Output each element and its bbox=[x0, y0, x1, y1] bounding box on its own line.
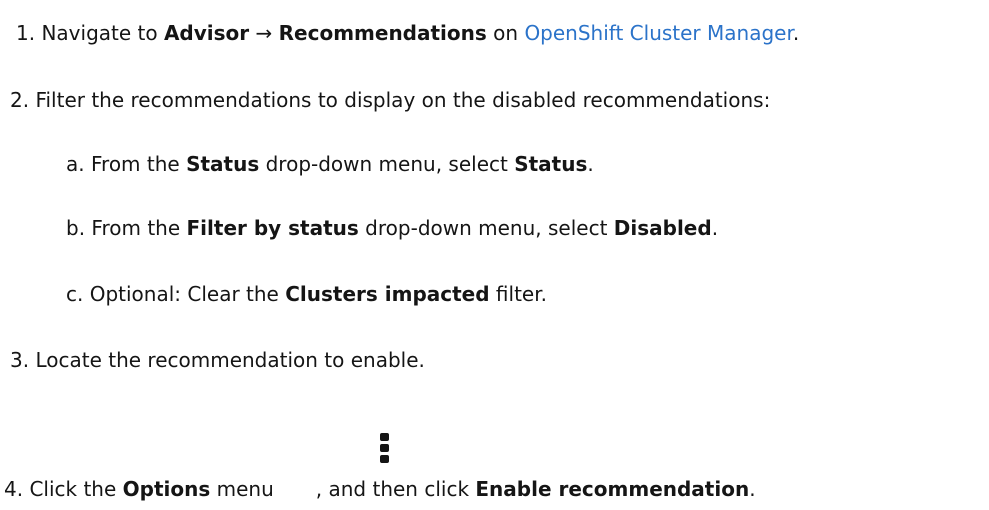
substep-bold: Status bbox=[186, 152, 260, 176]
step-3: 3. Locate the recommendation to enable. bbox=[10, 347, 425, 373]
substep-letter: c. bbox=[66, 282, 84, 306]
step-text: , and then click bbox=[315, 477, 476, 501]
step-bold: Recommendations bbox=[278, 21, 487, 45]
step-bold: Options bbox=[122, 477, 211, 501]
step-text: Locate the recommendation to enable. bbox=[35, 348, 425, 372]
kebab-dot bbox=[380, 444, 389, 452]
substep-text: . bbox=[587, 152, 594, 176]
kebab-dot bbox=[380, 433, 389, 441]
step-text: menu bbox=[210, 477, 274, 501]
substep-bold: Filter by status bbox=[186, 216, 359, 240]
substep-c: c. Optional: Clear the Clusters impacted… bbox=[66, 281, 547, 307]
step-text: on bbox=[486, 21, 525, 45]
kebab-dot bbox=[380, 455, 389, 463]
kebab-vertical-icon[interactable] bbox=[380, 433, 390, 465]
substep-bold: Disabled bbox=[613, 216, 712, 240]
step-text: . bbox=[792, 21, 800, 45]
step-1: 1. Navigate to Advisor → Recommendations… bbox=[16, 20, 799, 46]
substep-bold: Status bbox=[514, 152, 588, 176]
step-text: . bbox=[749, 477, 756, 501]
step-4: 4. Click the Options menu , and then clic… bbox=[4, 476, 756, 502]
substep-a: a. From the Status drop-down menu, selec… bbox=[66, 151, 594, 177]
substep-text: Optional: Clear the bbox=[89, 282, 286, 306]
step-bold: Advisor bbox=[163, 21, 250, 45]
substep-text: drop-down menu, select bbox=[358, 216, 614, 240]
substep-letter: b. bbox=[66, 216, 86, 240]
substep-b: b. From the Filter by status drop-down m… bbox=[66, 215, 718, 241]
substep-text: filter. bbox=[489, 282, 547, 306]
substep-bold: Clusters impacted bbox=[285, 282, 490, 306]
substep-letter: a. bbox=[66, 152, 85, 176]
step-text: Filter the recommendations to display on… bbox=[35, 88, 771, 112]
step-number: 4. bbox=[4, 477, 24, 501]
step-number: 2. bbox=[10, 88, 30, 112]
substep-text: From the bbox=[90, 152, 187, 176]
step-number: 1. bbox=[16, 21, 36, 45]
step-2: 2. Filter the recommendations to display… bbox=[10, 87, 770, 113]
step-text: Click the bbox=[29, 477, 123, 501]
step-arrow: → bbox=[249, 21, 279, 45]
substep-text: drop-down menu, select bbox=[259, 152, 515, 176]
step-number: 3. bbox=[10, 348, 30, 372]
substep-text: From the bbox=[91, 216, 187, 240]
substep-text: . bbox=[711, 216, 719, 240]
step-bold: Enable recommendation bbox=[475, 477, 750, 501]
ocm-link[interactable]: OpenShift Cluster Manager bbox=[524, 21, 792, 45]
step-text: Navigate to bbox=[41, 21, 164, 45]
